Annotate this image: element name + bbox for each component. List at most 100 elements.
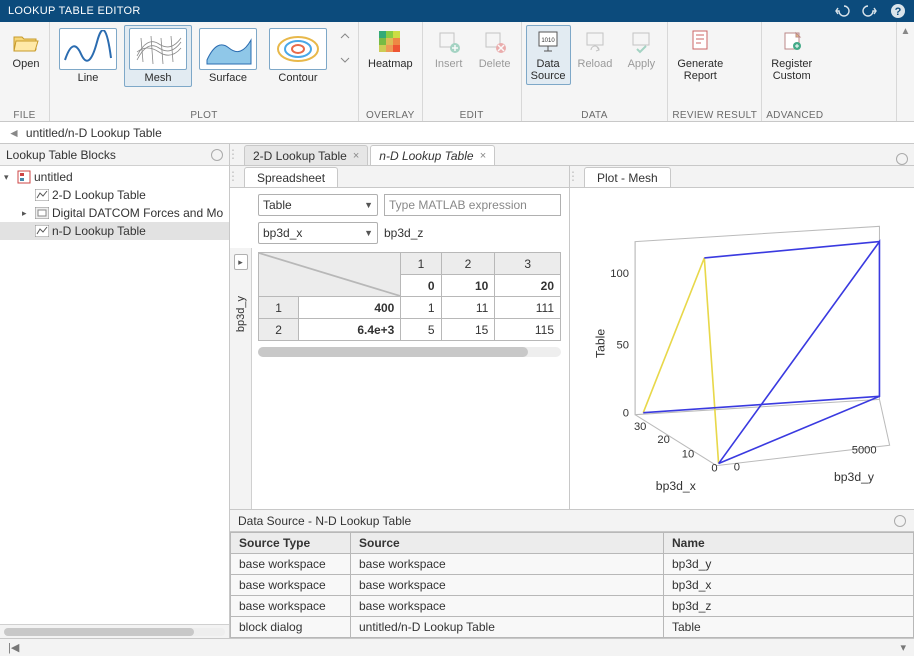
- tree-title: Lookup Table Blocks: [6, 148, 116, 162]
- table-dropdown[interactable]: Table▼: [258, 194, 378, 216]
- mesh-plot-icon: [129, 28, 187, 70]
- report-icon: [686, 28, 714, 56]
- register-icon: [778, 28, 806, 56]
- tab-2d-lookup[interactable]: 2-D Lookup Table ×: [244, 145, 368, 165]
- lookup-block-icon: [35, 188, 49, 202]
- svg-text:bp3d_y: bp3d_y: [834, 470, 875, 484]
- generate-report-button[interactable]: Generate Report: [672, 25, 728, 85]
- undo-icon[interactable]: [834, 3, 850, 19]
- bp-y-label: bp3d_y: [235, 296, 247, 332]
- panel-menu-icon[interactable]: [894, 515, 906, 527]
- group-advanced-label: ADVANCED: [766, 108, 823, 121]
- contour-plot-icon: [269, 28, 327, 70]
- table-row[interactable]: block dialoguntitled/n-D Lookup TableTab…: [231, 617, 914, 638]
- svg-text:?: ?: [895, 6, 902, 18]
- group-file-label: FILE: [4, 108, 45, 121]
- data-source-button[interactable]: 1010 Data Source: [526, 25, 571, 85]
- tab-nd-lookup[interactable]: n-D Lookup Table ×: [370, 145, 495, 165]
- group-review-label: REVIEW RESULT: [672, 108, 757, 121]
- table-row[interactable]: base workspacebase workspacebp3d_y: [231, 554, 914, 575]
- ribbon-collapse-icon[interactable]: ▲: [901, 26, 911, 37]
- tree-panel: Lookup Table Blocks ▾ untitled 2-D Looku…: [0, 144, 230, 638]
- heatmap-icon: [376, 28, 404, 56]
- open-button[interactable]: Open: [4, 25, 48, 73]
- svg-text:5000: 5000: [852, 444, 877, 456]
- plot-gallery-expand[interactable]: [334, 25, 354, 71]
- plot-line-button[interactable]: Line: [54, 25, 122, 87]
- breadcrumb-bar: ◄ untitled/n-D Lookup Table: [0, 122, 914, 144]
- lookup-block-icon: [35, 224, 49, 238]
- tree-collapse-icon[interactable]: ▾: [4, 172, 14, 183]
- line-plot-icon: [59, 28, 117, 70]
- close-tab-icon[interactable]: ×: [480, 150, 486, 162]
- panel-menu-icon[interactable]: [211, 149, 223, 161]
- data-source-title: Data Source - N-D Lookup Table: [238, 514, 411, 528]
- svg-text:bp3d_x: bp3d_x: [656, 479, 696, 493]
- svg-text:0: 0: [711, 463, 717, 475]
- table-row[interactable]: base workspacebase workspacebp3d_x: [231, 575, 914, 596]
- help-icon[interactable]: ?: [890, 3, 906, 19]
- spreadsheet-table[interactable]: 1 2 3 0 10 20 1 400: [258, 252, 561, 341]
- tree-expand-icon[interactable]: ▸: [22, 208, 32, 219]
- grip-icon[interactable]: ⋮⋮: [234, 143, 244, 165]
- plot-contour-button[interactable]: Contour: [264, 25, 332, 87]
- register-custom-button[interactable]: Register Custom: [766, 25, 817, 85]
- ribbon: Open FILE Line Mesh Surface Contour: [0, 22, 914, 122]
- plot-mesh-button[interactable]: Mesh: [124, 25, 192, 87]
- svg-text:100: 100: [610, 268, 629, 280]
- group-data-label: DATA: [526, 108, 664, 121]
- model-icon: [17, 170, 31, 184]
- spreadsheet-tab[interactable]: Spreadsheet: [244, 167, 338, 187]
- insert-icon: [435, 28, 463, 56]
- tree-hscrollbar[interactable]: [4, 628, 225, 636]
- svg-text:30: 30: [634, 421, 646, 433]
- folder-open-icon: [12, 28, 40, 56]
- table-row[interactable]: base workspacebase workspacebp3d_z: [231, 596, 914, 617]
- tree-item-datcom[interactable]: ▸ Digital DATCOM Forces and Mo: [0, 204, 229, 222]
- grip-icon[interactable]: ⋮⋮: [574, 165, 584, 187]
- grip-icon[interactable]: ⋮⋮: [234, 165, 244, 187]
- close-tab-icon[interactable]: ×: [353, 150, 359, 162]
- apply-button: Apply: [619, 25, 663, 73]
- plot-canvas[interactable]: 100 50 0 Table 30 20 10 0 bp3d_x: [570, 188, 914, 509]
- svg-text:Table: Table: [594, 329, 608, 358]
- data-source-table: Source Type Source Name base workspaceba…: [230, 532, 914, 638]
- bp-z-label: bp3d_z: [384, 226, 423, 240]
- svg-text:0: 0: [734, 462, 740, 474]
- svg-text:20: 20: [657, 434, 669, 446]
- plot-tab[interactable]: Plot - Mesh: [584, 167, 671, 187]
- svg-text:50: 50: [617, 340, 629, 352]
- breadcrumb-path[interactable]: untitled/n-D Lookup Table: [26, 126, 162, 140]
- data-source-panel: Data Source - N-D Lookup Table Source Ty…: [230, 510, 914, 638]
- reload-icon: [581, 28, 609, 56]
- group-overlay-label: OVERLAY: [363, 108, 418, 121]
- title-bar: LOOKUP TABLE EDITOR ?: [0, 0, 914, 22]
- matlab-expression-input[interactable]: Type MATLAB expression: [384, 194, 561, 216]
- subsystem-icon: [35, 206, 49, 220]
- svg-text:1010: 1010: [541, 38, 555, 44]
- data-source-icon: 1010: [534, 28, 562, 56]
- breadcrumb-back-icon[interactable]: ◄: [8, 126, 20, 140]
- status-bar: |◀ ▾: [0, 638, 914, 656]
- app-title: LOOKUP TABLE EDITOR: [8, 5, 141, 17]
- status-prev-icon[interactable]: |◀: [8, 641, 19, 654]
- svg-text:10: 10: [682, 448, 694, 460]
- surface-plot-icon: [199, 28, 257, 70]
- redo-icon[interactable]: [862, 3, 878, 19]
- insert-button: Insert: [427, 25, 471, 73]
- document-tabs: ⋮⋮ 2-D Lookup Table × n-D Lookup Table ×: [230, 144, 914, 166]
- sheet-hscrollbar[interactable]: [258, 347, 561, 357]
- delete-button: Delete: [473, 25, 517, 73]
- svg-text:0: 0: [623, 408, 629, 420]
- delete-icon: [481, 28, 509, 56]
- status-collapse-icon[interactable]: ▾: [900, 641, 906, 654]
- tree-root[interactable]: ▾ untitled: [0, 168, 229, 186]
- vstrip-toggle[interactable]: ▸: [234, 254, 248, 270]
- bp-x-dropdown[interactable]: bp3d_x▼: [258, 222, 378, 244]
- heatmap-button[interactable]: Heatmap: [363, 25, 418, 73]
- group-plot-label: PLOT: [54, 108, 354, 121]
- tree-item-nd-lookup[interactable]: n-D Lookup Table: [0, 222, 229, 240]
- plot-surface-button[interactable]: Surface: [194, 25, 262, 87]
- tabs-menu-icon[interactable]: [896, 153, 908, 165]
- tree-item-2d-lookup[interactable]: 2-D Lookup Table: [0, 186, 229, 204]
